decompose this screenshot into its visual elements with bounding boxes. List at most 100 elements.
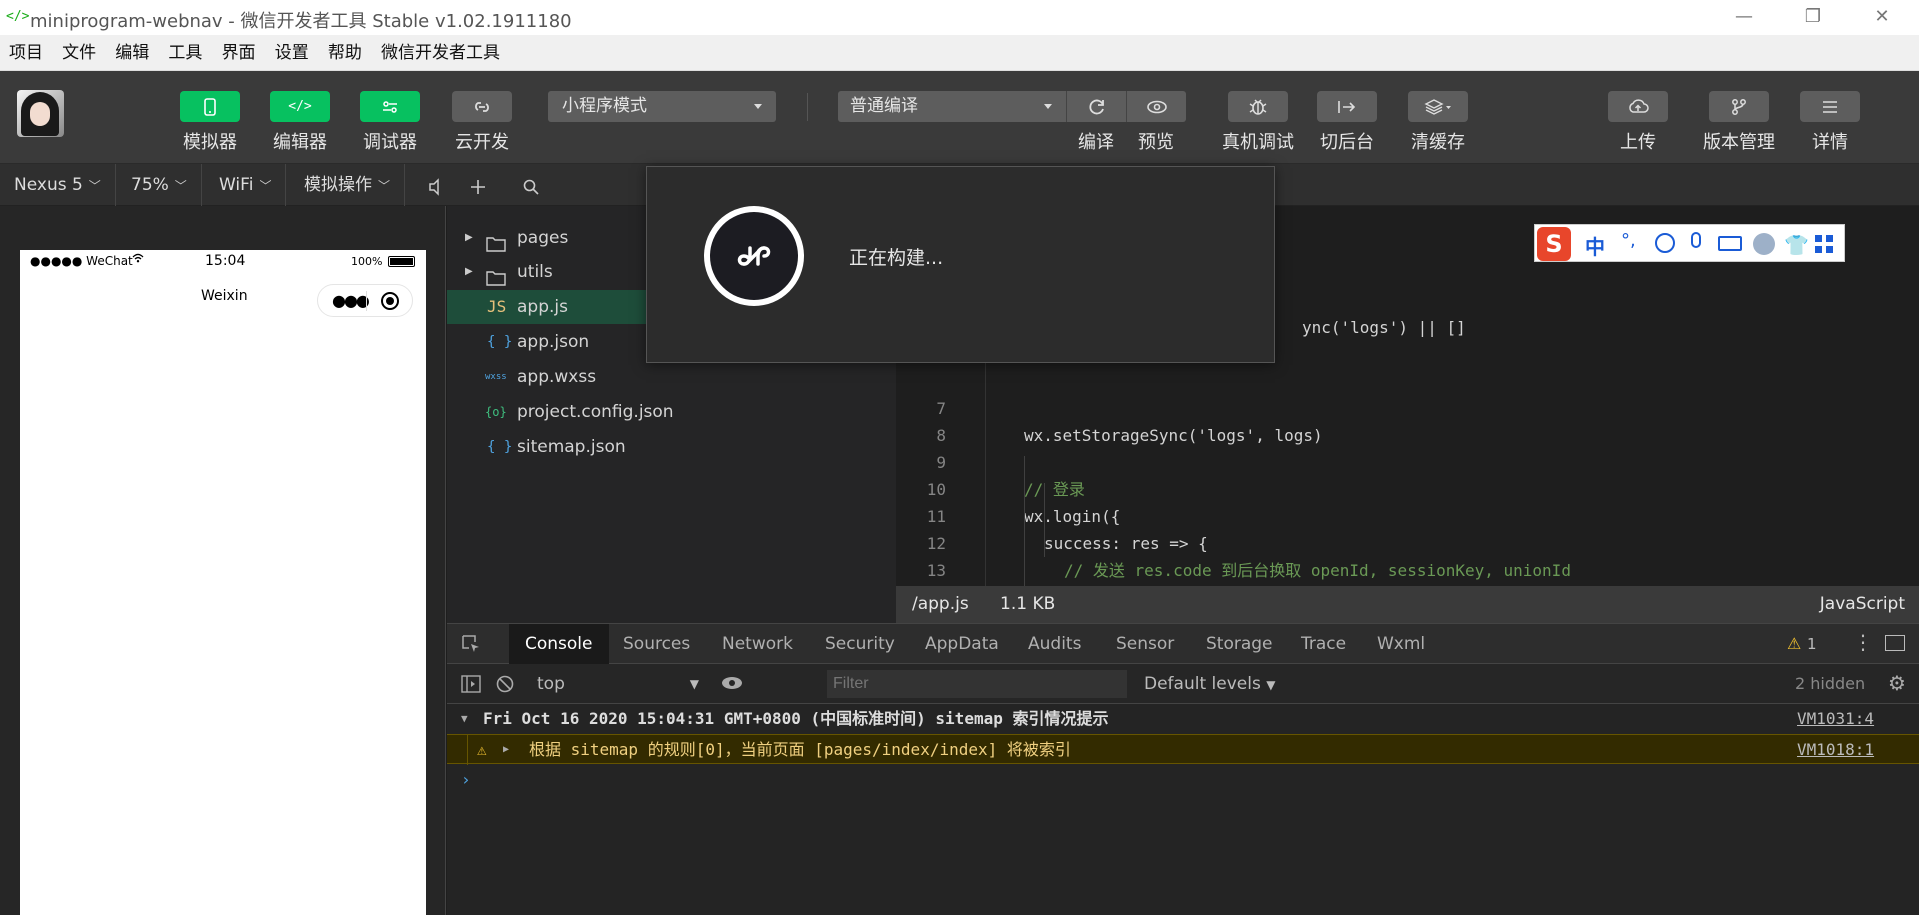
caret-down-icon[interactable]: ▼ — [461, 704, 468, 734]
debugger-button[interactable]: 调试器 — [360, 91, 420, 154]
cloud-link-icon — [452, 91, 512, 122]
simulator-label: 模拟器 — [183, 132, 237, 153]
device-select[interactable]: Nexus 5 ﹀ — [0, 164, 116, 206]
capsule-divider — [366, 291, 367, 311]
user-icon[interactable] — [1753, 233, 1775, 255]
more-dots-icon[interactable]: ●●● — [332, 291, 370, 310]
compile-mode-select[interactable]: 普通编译 — [838, 91, 1066, 122]
menu-settings[interactable]: 设置 — [269, 35, 315, 71]
sidebar-toggle-icon[interactable] — [461, 674, 481, 698]
editor-label: 编辑器 — [273, 132, 327, 153]
menu-wechat-devtools[interactable]: 微信开发者工具 — [375, 35, 506, 71]
levels-select[interactable]: Default levels ▼ — [1144, 664, 1275, 704]
minimize-button[interactable]: — — [1724, 6, 1764, 30]
undock-icon[interactable] — [1885, 635, 1905, 651]
emoji-icon[interactable] — [1655, 233, 1675, 253]
gear-icon[interactable]: ⚙ — [1888, 671, 1906, 695]
speaker-icon[interactable] — [428, 164, 446, 206]
restore-button[interactable]: ❐ — [1793, 6, 1833, 30]
clear-cache-button[interactable]: 清缓存 — [1408, 91, 1468, 154]
language-mode[interactable]: JavaScript — [1820, 586, 1905, 623]
menu-project[interactable]: 项目 — [3, 35, 49, 71]
menu-tools[interactable]: 工具 — [162, 35, 208, 71]
tab-appdata[interactable]: AppData — [909, 624, 1015, 664]
menu-edit[interactable]: 编辑 — [109, 35, 155, 71]
console-group-row[interactable]: ▼ Fri Oct 16 2020 15:04:31 GMT+0800 (中国标… — [447, 704, 1919, 734]
clear-console-icon[interactable] — [495, 674, 515, 698]
device-select-value: Nexus 5 — [14, 175, 83, 195]
tab-audits[interactable]: Audits — [1012, 624, 1097, 664]
eye-icon[interactable] — [720, 675, 744, 695]
code-line: 13 } — [896, 530, 1054, 607]
tab-sensor[interactable]: Sensor — [1100, 624, 1190, 664]
console-output[interactable]: ▼ Fri Oct 16 2020 15:04:31 GMT+0800 (中国标… — [447, 704, 1919, 915]
code-line: 8 — [896, 395, 946, 445]
details-button[interactable]: 详情 — [1800, 91, 1860, 154]
details-label: 详情 — [1812, 132, 1848, 153]
cloud-dev-button[interactable]: 云开发 — [452, 91, 512, 154]
caret-right-icon[interactable]: ▶ — [503, 735, 509, 765]
remote-debug-button[interactable]: 真机调试 — [1222, 91, 1294, 154]
zoom-select[interactable]: 75% ﹀ — [117, 164, 202, 206]
file-project-config[interactable]: {o} project.config.json — [447, 395, 896, 429]
preview-button[interactable]: 预览 — [1126, 91, 1186, 154]
battery-percent: 100% — [351, 255, 383, 268]
console-prompt[interactable]: › — [447, 765, 1919, 795]
code-line: 12 // 发送 res.code 到后台换取 openId, sessionK… — [896, 503, 1571, 580]
close-button[interactable]: ✕ — [1862, 6, 1902, 30]
file-label: sitemap.json — [517, 437, 626, 457]
menu-file[interactable]: 文件 — [56, 35, 102, 71]
kebab-menu-icon[interactable]: ⋮ — [1853, 630, 1873, 654]
console-message: 根据 sitemap 的规则[0]，当前页面 [pages/index/inde… — [529, 740, 1071, 759]
mic-icon[interactable] — [1691, 232, 1701, 248]
close-miniprogram-icon[interactable] — [381, 292, 399, 310]
tab-wxml[interactable]: Wxml — [1361, 624, 1441, 664]
search-icon[interactable] — [522, 164, 540, 206]
ime-punct[interactable]: °, — [1621, 230, 1636, 251]
tab-security[interactable]: Security — [809, 624, 911, 664]
add-icon[interactable] — [469, 164, 487, 206]
cloud-upload-icon — [1608, 91, 1668, 122]
tab-storage[interactable]: Storage — [1190, 624, 1289, 664]
capsule-menu[interactable]: ●●● — [317, 284, 413, 317]
tab-network[interactable]: Network — [706, 624, 809, 664]
avatar[interactable] — [17, 90, 64, 137]
background-label: 切后台 — [1320, 132, 1374, 153]
battery-icon — [388, 256, 415, 267]
console-source-link[interactable]: VM1018:1 — [1797, 735, 1874, 765]
editor-button[interactable]: </> 编辑器 — [270, 91, 330, 154]
inspect-element-icon[interactable] — [461, 634, 481, 658]
simulate-operation-select[interactable]: 模拟操作 ﹀ — [290, 164, 406, 206]
version-button[interactable]: 版本管理 — [1703, 91, 1775, 154]
keyboard-icon[interactable] — [1718, 236, 1742, 251]
window-title: miniprogram-webnav - 微信开发者工具 Stable v1.0… — [30, 11, 572, 32]
file-label: utils — [517, 262, 553, 282]
console-source-link[interactable]: VM1031:4 — [1797, 704, 1874, 734]
upload-button[interactable]: 上传 — [1608, 91, 1668, 154]
tab-trace[interactable]: Trace — [1285, 624, 1362, 664]
menu-help[interactable]: 帮助 — [322, 35, 368, 71]
background-button[interactable]: 切后台 — [1317, 91, 1377, 154]
editor-status-bar: /app.js 1.1 KB JavaScript — [896, 586, 1919, 623]
file-app-wxss[interactable]: wxss app.wxss — [447, 360, 896, 394]
code-line: 9 // 登录 — [896, 422, 1085, 499]
console-filter-input[interactable] — [827, 670, 1127, 698]
simulator-button[interactable]: 模拟器 — [180, 91, 240, 154]
tab-console[interactable]: Console — [509, 624, 609, 664]
network-select[interactable]: WiFi ﹀ — [205, 164, 287, 206]
context-select[interactable]: top ▼ — [537, 669, 707, 699]
ime-lang[interactable]: 中 — [1585, 231, 1605, 260]
file-sitemap-json[interactable]: { } sitemap.json — [447, 430, 896, 464]
mode-select[interactable]: 小程序模式 — [548, 91, 776, 122]
tab-sources[interactable]: Sources — [607, 624, 706, 664]
menu-lines-icon — [1800, 91, 1860, 122]
skin-shirt-icon[interactable]: 👕 — [1784, 233, 1809, 257]
json-file-icon: { } — [487, 334, 513, 350]
console-warning-row[interactable]: ⚠ ▶ 根据 sitemap 的规则[0]，当前页面 [pages/index/… — [447, 734, 1919, 765]
menu-view[interactable]: 界面 — [216, 35, 262, 71]
warning-triangle-icon[interactable]: ⚠ — [1787, 634, 1801, 653]
grid-apps-icon[interactable] — [1814, 234, 1834, 254]
miniprogram-logo-icon — [704, 206, 804, 306]
phone-screen[interactable]: ●●●●● WeChat 15:04 100% Weixin ●●● — [20, 250, 426, 915]
compile-button[interactable]: 编译 — [1066, 91, 1126, 154]
